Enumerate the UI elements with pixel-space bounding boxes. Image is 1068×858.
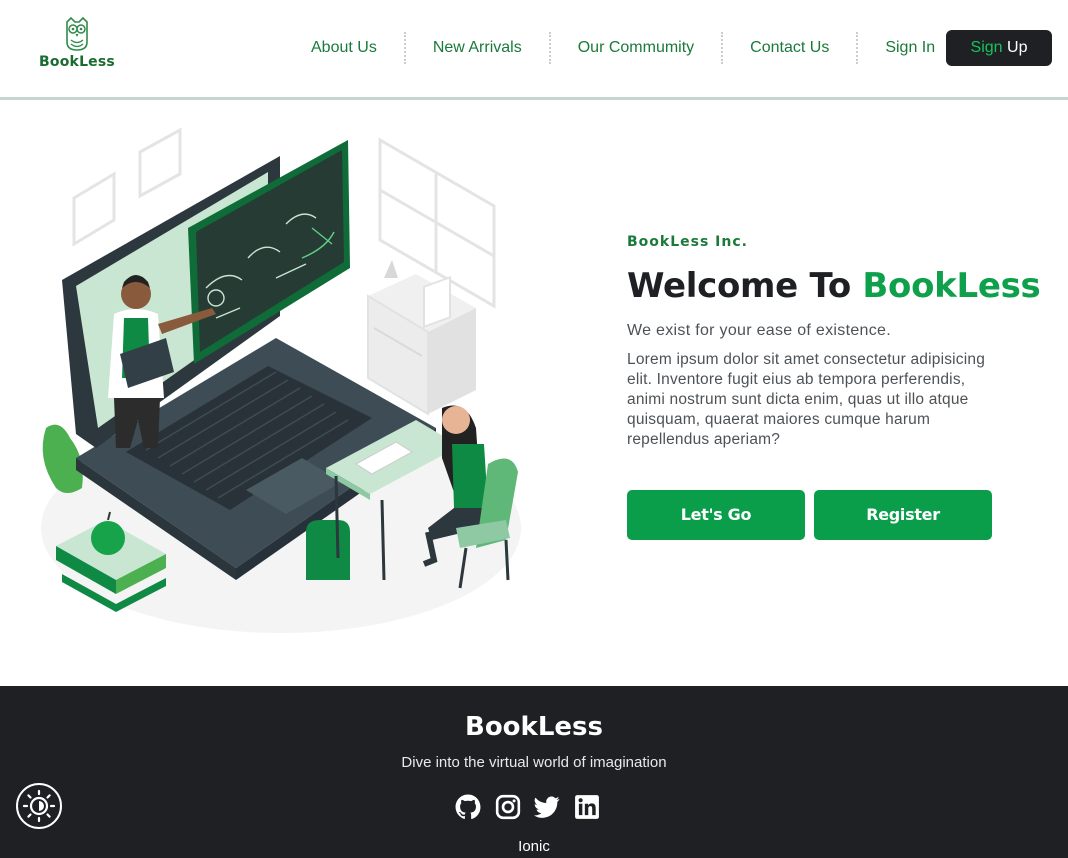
linkedin-icon[interactable]: [574, 794, 600, 820]
footer-credit: Ionic: [518, 838, 550, 855]
main-nav: About Us New Arrivals Our Commumity Cont…: [290, 32, 965, 64]
hero-title-brand: BookLess: [862, 266, 1041, 306]
logo[interactable]: BookLess: [38, 16, 116, 70]
sun-icon: [22, 789, 56, 823]
site-header: BookLess About Us New Arrivals Our Commu…: [0, 0, 1068, 100]
github-icon[interactable]: [455, 794, 481, 820]
sign-up-button[interactable]: Sign Up: [946, 30, 1052, 66]
owl-icon: [66, 16, 88, 51]
site-footer: BookLess Dive into the virtual world of …: [0, 686, 1068, 858]
hero-title-prefix: Welcome To: [627, 266, 863, 306]
hero-section: BookLess Inc. Welcome To BookLess We exi…: [627, 234, 1041, 540]
nav-contact-us[interactable]: Contact Us: [723, 32, 859, 64]
social-links: [455, 794, 600, 820]
hero-description: Lorem ipsum dolor sit amet consectetur a…: [627, 351, 986, 448]
sign-up-label-first: Sign: [970, 39, 1003, 56]
instagram-icon[interactable]: [495, 794, 521, 820]
twitter-icon[interactable]: [534, 794, 560, 820]
nav-our-community[interactable]: Our Commumity: [551, 32, 724, 64]
register-button[interactable]: Register: [814, 490, 992, 540]
footer-brand: BookLess: [465, 712, 603, 742]
apple-icon: [91, 521, 125, 555]
logo-text: BookLess: [39, 54, 115, 70]
company-name: BookLess Inc.: [627, 234, 748, 250]
lets-go-button[interactable]: Let's Go: [627, 490, 805, 540]
nav-about-us[interactable]: About Us: [290, 32, 406, 64]
sign-up-label-second: Up: [1002, 39, 1028, 56]
nav-new-arrivals[interactable]: New Arrivals: [406, 32, 551, 64]
theme-toggle-button[interactable]: [16, 783, 62, 829]
backpack-icon: [306, 520, 350, 580]
footer-tagline: Dive into the virtual world of imaginati…: [401, 754, 667, 771]
hero-tagline: We exist for your ease of existence.: [627, 322, 891, 339]
online-class-illustration: [41, 128, 521, 633]
hero-title: Welcome To BookLess: [627, 266, 1041, 306]
